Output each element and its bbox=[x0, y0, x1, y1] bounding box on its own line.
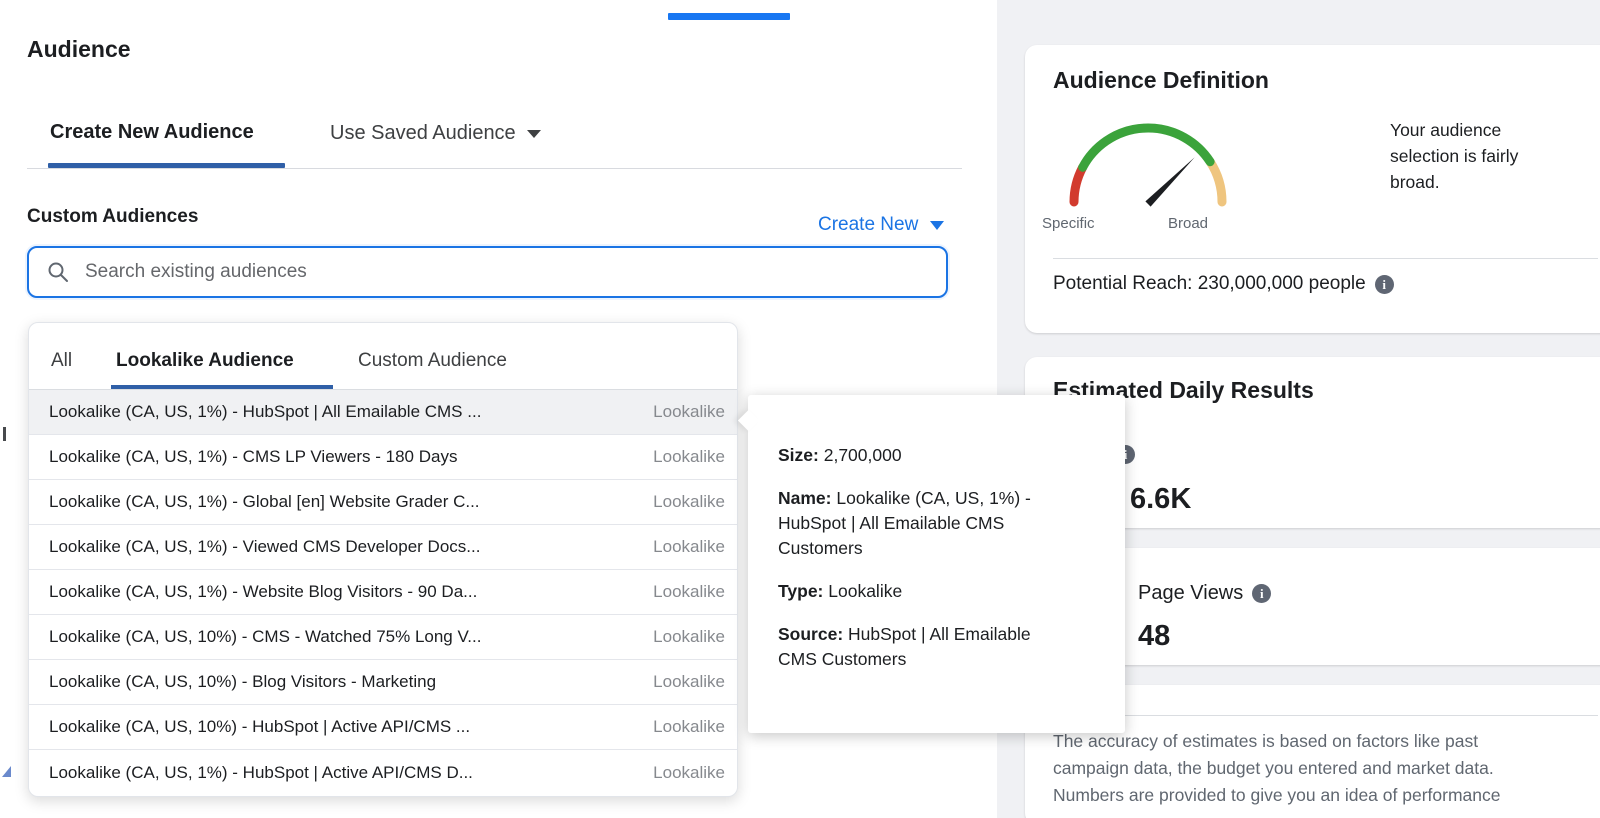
audience-list-item[interactable]: Lookalike (CA, US, 1%) - CMS LP Viewers … bbox=[29, 435, 737, 480]
audience-details-tooltip: Size: 2,700,000 Name: Lookalike (CA, US,… bbox=[748, 395, 1125, 733]
tooltip-type-row: Type: Lookalike bbox=[778, 579, 1095, 604]
audience-type-badge: Lookalike bbox=[653, 447, 725, 467]
gauge-label-broad: Broad bbox=[1168, 215, 1208, 232]
custom-audiences-label: Custom Audiences bbox=[27, 206, 198, 228]
tooltip-size-label: Size: bbox=[778, 445, 819, 465]
audience-list: Lookalike (CA, US, 1%) - HubSpot | All E… bbox=[29, 390, 737, 795]
audience-type-badge: Lookalike bbox=[653, 672, 725, 692]
audience-type-badge: Lookalike bbox=[653, 402, 725, 422]
audience-results-dropdown: All Lookalike Audience Custom Audience L… bbox=[28, 322, 738, 797]
gauge-yellow-segment bbox=[1210, 162, 1222, 202]
dropdown-tab-lookalike-audience[interactable]: Lookalike Audience bbox=[116, 350, 294, 372]
audience-name: Lookalike (CA, US, 1%) - HubSpot | All E… bbox=[49, 402, 481, 422]
audience-setup-screen: Audience Create New Audience Use Saved A… bbox=[0, 0, 1600, 818]
tab-use-saved-audience-label: Use Saved Audience bbox=[330, 122, 516, 145]
tooltip-size-value: 2,700,000 bbox=[824, 445, 902, 465]
audience-name: Lookalike (CA, US, 1%) - Global [en] Web… bbox=[49, 492, 480, 512]
chevron-down-icon bbox=[930, 221, 944, 230]
audience-name: Lookalike (CA, US, 1%) - CMS LP Viewers … bbox=[49, 447, 457, 467]
tooltip-size-row: Size: 2,700,000 bbox=[778, 443, 1095, 468]
audience-name: Lookalike (CA, US, 1%) - Website Blog Vi… bbox=[49, 582, 477, 602]
info-icon[interactable]: i bbox=[1375, 275, 1394, 294]
search-icon bbox=[47, 261, 69, 283]
create-new-label: Create New bbox=[818, 214, 918, 236]
audience-type-badge: Lookalike bbox=[653, 627, 725, 647]
tooltip-name-row: Name: Lookalike (CA, US, 1%) - HubSpot |… bbox=[778, 486, 1063, 561]
audience-definition-title: Audience Definition bbox=[1053, 67, 1269, 94]
page-title: Audience bbox=[27, 36, 131, 63]
gauge-label-specific: Specific bbox=[1042, 215, 1095, 232]
clipped-underlying-text-artifact bbox=[3, 427, 6, 441]
dropdown-tab-all[interactable]: All bbox=[51, 350, 72, 372]
active-tab-indicator-partial bbox=[668, 13, 790, 20]
audience-name: Lookalike (CA, US, 10%) - CMS - Watched … bbox=[49, 627, 481, 647]
audience-type-badge: Lookalike bbox=[653, 492, 725, 512]
potential-reach-row: Potential Reach: 230,000,000 people i bbox=[1053, 273, 1394, 295]
audience-search-box bbox=[27, 246, 948, 298]
audience-list-item[interactable]: Lookalike (CA, US, 1%) - Website Blog Vi… bbox=[29, 570, 737, 615]
tooltip-arrow bbox=[738, 410, 759, 431]
tooltip-type-label: Type: bbox=[778, 581, 823, 601]
card-divider bbox=[1053, 258, 1598, 259]
tooltip-source-row: Source: HubSpot | All Emailable CMS Cust… bbox=[778, 622, 1063, 672]
audience-type-badge: Lookalike bbox=[653, 763, 725, 783]
audience-name: Lookalike (CA, US, 10%) - HubSpot | Acti… bbox=[49, 717, 470, 737]
tooltip-type-value: Lookalike bbox=[828, 581, 902, 601]
audience-list-item[interactable]: Lookalike (CA, US, 10%) - HubSpot | Acti… bbox=[29, 705, 737, 750]
card-divider bbox=[1053, 715, 1598, 716]
audience-list-item[interactable]: Lookalike (CA, US, 1%) - Global [en] Web… bbox=[29, 480, 737, 525]
tabs-divider bbox=[27, 168, 962, 169]
page-views-value: 48 bbox=[1138, 620, 1170, 653]
gauge-red-segment bbox=[1074, 167, 1083, 202]
audience-name: Lookalike (CA, US, 1%) - Viewed CMS Deve… bbox=[49, 537, 480, 557]
audience-definition-card: Audience Definition Specific Broad Your … bbox=[1025, 45, 1600, 333]
audience-list-item[interactable]: Lookalike (CA, US, 1%) - Viewed CMS Deve… bbox=[29, 525, 737, 570]
audience-type-badge: Lookalike bbox=[653, 717, 725, 737]
tab-use-saved-audience[interactable]: Use Saved Audience bbox=[330, 122, 541, 145]
chevron-down-icon bbox=[527, 130, 541, 138]
gauge-needle bbox=[1145, 157, 1194, 206]
page-views-label: Page Views bbox=[1138, 582, 1243, 605]
dropdown-tab-custom-audience[interactable]: Custom Audience bbox=[358, 350, 507, 372]
page-views-row: Page Views i bbox=[1138, 582, 1271, 605]
audience-list-item[interactable]: Lookalike (CA, US, 10%) - Blog Visitors … bbox=[29, 660, 737, 705]
audience-name: Lookalike (CA, US, 1%) - HubSpot | Activ… bbox=[49, 763, 473, 783]
reach-estimate-value: 6.6K bbox=[1130, 483, 1191, 516]
clipped-underlying-icon-artifact bbox=[2, 766, 11, 777]
tooltip-name-label: Name: bbox=[778, 488, 832, 508]
potential-reach-text: Potential Reach: 230,000,000 people bbox=[1053, 273, 1366, 295]
tab-create-new-audience[interactable]: Create New Audience bbox=[50, 121, 254, 144]
tooltip-source-label: Source: bbox=[778, 624, 843, 644]
audience-list-item[interactable]: Lookalike (CA, US, 10%) - CMS - Watched … bbox=[29, 615, 737, 660]
info-icon[interactable]: i bbox=[1252, 584, 1271, 603]
audience-list-item[interactable]: Lookalike (CA, US, 1%) - HubSpot | Activ… bbox=[29, 750, 737, 795]
audience-definition-description: Your audience selection is fairly broad. bbox=[1390, 117, 1530, 195]
audience-name: Lookalike (CA, US, 10%) - Blog Visitors … bbox=[49, 672, 436, 692]
audience-definition-gauge bbox=[1053, 107, 1243, 217]
audience-list-item[interactable]: Lookalike (CA, US, 1%) - HubSpot | All E… bbox=[29, 390, 737, 435]
create-new-dropdown-button[interactable]: Create New bbox=[818, 214, 944, 236]
estimates-disclaimer-text: The accuracy of estimates is based on fa… bbox=[1053, 728, 1523, 809]
audience-type-badge: Lookalike bbox=[653, 537, 725, 557]
search-input[interactable] bbox=[83, 260, 907, 284]
audience-type-badge: Lookalike bbox=[653, 582, 725, 602]
